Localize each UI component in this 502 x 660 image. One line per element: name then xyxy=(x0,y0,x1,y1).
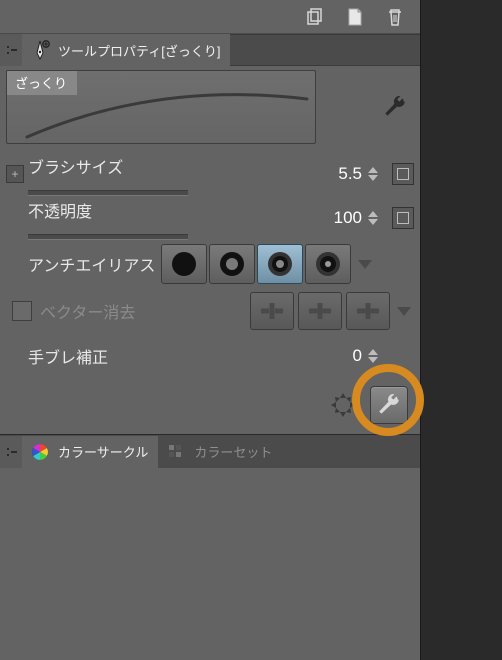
row-brush-size: + ブラシサイズ 5.5 xyxy=(6,152,414,196)
label-brush-size: ブラシサイズ xyxy=(28,160,123,177)
tab-label-color-set: カラーセット xyxy=(194,442,272,461)
value-brush-size[interactable]: 5.5 xyxy=(338,164,362,184)
app-root: ツールプロパティ[ざっくり] ざっくり + ブラシサイズ xyxy=(0,0,502,660)
color-panel-grip-icon[interactable] xyxy=(0,436,22,468)
label-vector-erase: ベクター消去 xyxy=(40,299,135,323)
panel-grip-icon[interactable] xyxy=(0,34,22,66)
tab-color-circle[interactable]: カラーサークル xyxy=(22,436,158,468)
preset-row: ざっくり xyxy=(0,66,420,148)
vector-erase-options xyxy=(250,292,390,330)
antialias-option-none[interactable] xyxy=(161,244,207,284)
value-opacity[interactable]: 100 xyxy=(334,208,362,228)
color-wheel-icon xyxy=(28,440,52,464)
antialias-option-medium[interactable] xyxy=(257,244,303,284)
tab-label-color-circle: カラーサークル xyxy=(58,442,148,461)
value-stabilization[interactable]: 0 xyxy=(353,346,362,366)
reset-settings-icon[interactable] xyxy=(324,386,362,424)
sub-tool-detail-button-top[interactable] xyxy=(380,92,410,122)
tab-tool-property[interactable]: ツールプロパティ[ざっくり] xyxy=(22,34,230,66)
antialias-options xyxy=(161,244,351,284)
row-stabilization: 手ブレ補正 0 xyxy=(6,334,414,378)
panel-tabbar: ツールプロパティ[ざっくり] xyxy=(0,34,420,66)
panel-title: ツールプロパティ[ざっくり] xyxy=(58,41,220,60)
label-opacity: 不透明度 xyxy=(28,204,92,221)
brush-preview[interactable]: ざっくり xyxy=(6,70,316,144)
color-set-icon xyxy=(164,440,188,464)
vector-erase-opt-1 xyxy=(250,292,294,330)
vector-erase-dropdown xyxy=(394,307,414,316)
color-panel-tabbar: カラーサークル カラーセット xyxy=(0,434,420,468)
antialias-dropdown[interactable] xyxy=(355,260,375,269)
new-page-icon[interactable] xyxy=(344,6,366,28)
sub-tool-detail-button[interactable] xyxy=(370,386,408,424)
panel-footer xyxy=(0,378,420,434)
dynamics-toggle-brush-size[interactable] xyxy=(392,163,414,185)
row-opacity: 不透明度 100 xyxy=(6,196,414,240)
spinner-opacity[interactable] xyxy=(368,211,382,225)
tab-color-set[interactable]: カラーセット xyxy=(158,436,282,468)
slider-opacity[interactable] xyxy=(28,234,188,240)
side-gutter xyxy=(420,0,502,660)
color-panel-body xyxy=(0,468,420,660)
label-stabilization: 手ブレ補正 xyxy=(28,344,108,368)
tool-property-panel: ツールプロパティ[ざっくり] ざっくり + ブラシサイズ xyxy=(0,0,420,660)
preset-toolbar xyxy=(0,0,420,34)
vector-erase-opt-2 xyxy=(298,292,342,330)
expand-brush-size[interactable]: + xyxy=(6,165,24,183)
spinner-brush-size[interactable] xyxy=(368,167,382,181)
row-antialias: アンチエイリアス xyxy=(6,240,414,288)
trash-icon[interactable] xyxy=(384,6,406,28)
pen-tool-icon xyxy=(28,38,52,62)
antialias-option-weak[interactable] xyxy=(209,244,255,284)
slider-brush-size[interactable] xyxy=(28,190,188,196)
checkbox-vector-erase xyxy=(12,301,32,321)
row-vector-erase: ベクター消去 xyxy=(6,288,414,334)
vector-erase-opt-3 xyxy=(346,292,390,330)
spinner-stabilization[interactable] xyxy=(368,349,382,363)
dynamics-toggle-opacity[interactable] xyxy=(392,207,414,229)
duplicate-icon[interactable] xyxy=(304,6,326,28)
antialias-option-strong[interactable] xyxy=(305,244,351,284)
label-antialias: アンチエイリアス xyxy=(28,252,155,276)
properties-list: + ブラシサイズ 5.5 不透明度 100 xyxy=(0,148,420,378)
